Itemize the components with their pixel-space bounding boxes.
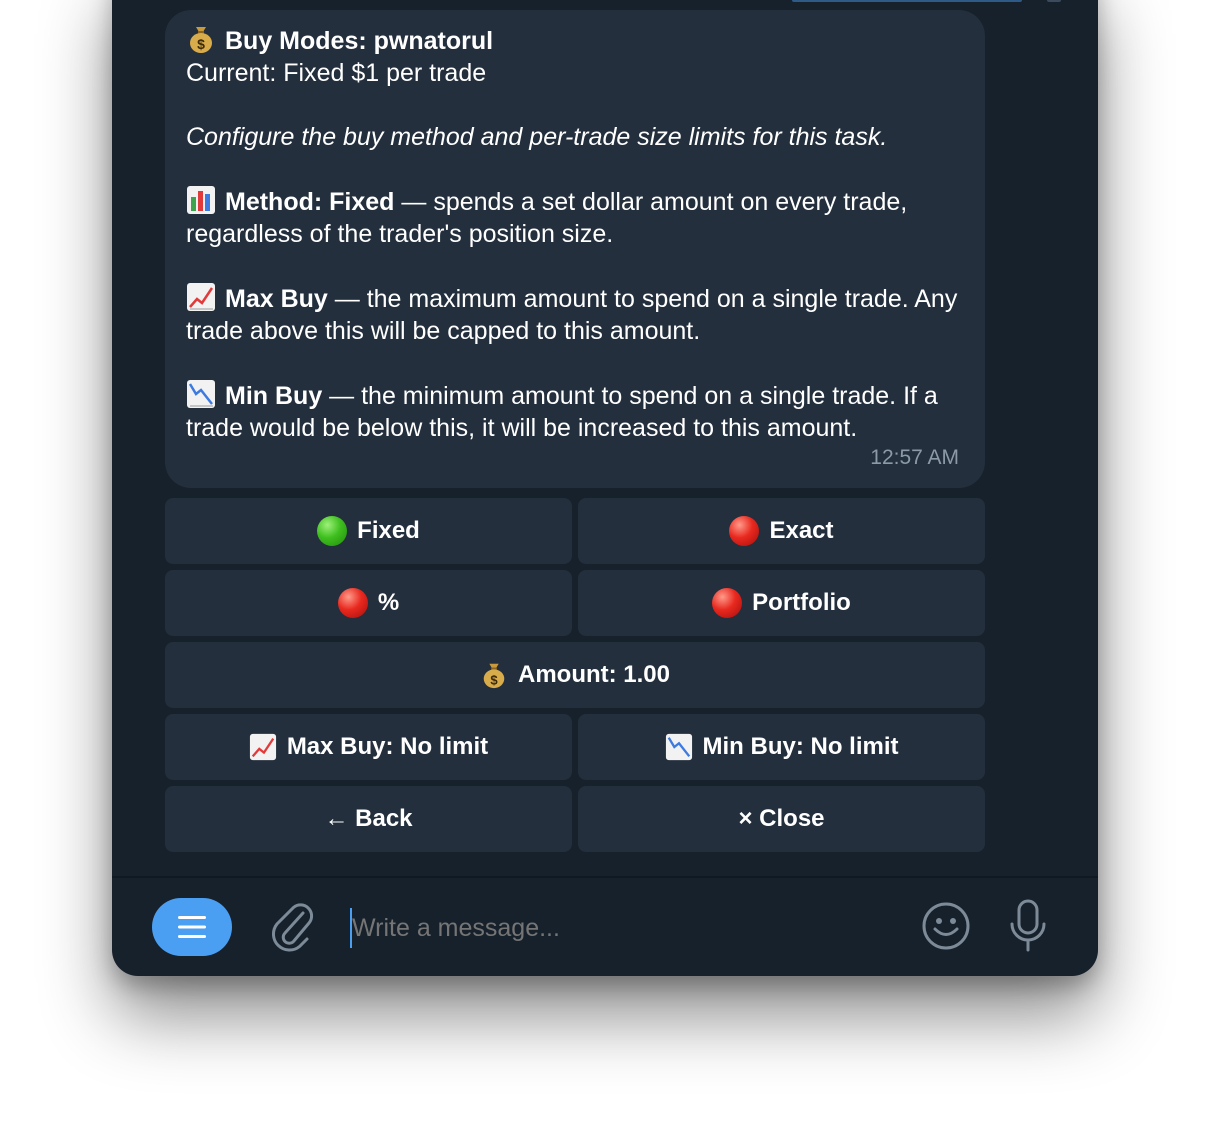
- message-title: Buy Modes: pwnatorul: [225, 27, 494, 55]
- menu-icon: [178, 916, 206, 938]
- amount-button-label: Amount: 1.00: [517, 661, 670, 688]
- message-title-line: $ Buy Modes: pwnatorul: [186, 24, 965, 57]
- amount-button[interactable]: $ Amount: 1.00: [165, 642, 985, 708]
- money-bag-icon: $: [483, 663, 505, 689]
- min-paragraph: Min Buy — the minimum amount to spend on…: [186, 379, 965, 444]
- green-circle-icon: [317, 516, 348, 546]
- red-circle-icon: [712, 588, 743, 618]
- top-accent-bar-small: [1047, 0, 1061, 2]
- portfolio-button-label: Portfolio: [752, 589, 851, 616]
- message-timestamp: 12:57 AM: [870, 446, 959, 469]
- method-label: Method: Fixed: [225, 188, 395, 216]
- message-description-text: Configure the buy method and per-trade s…: [186, 123, 888, 151]
- min-buy-button-label: Min Buy: No limit: [702, 733, 899, 760]
- max-buy-button[interactable]: Max Buy: No limit: [165, 714, 572, 780]
- back-button[interactable]: ← Back: [165, 786, 572, 852]
- max-buy-button-label: Max Buy: No limit: [286, 733, 489, 760]
- top-accent-bar: [792, 0, 1022, 2]
- max-label: Max Buy: [225, 285, 328, 313]
- min-label: Min Buy: [225, 382, 323, 410]
- exact-button-label: Exact: [769, 517, 834, 544]
- message-current: Current: Fixed $1 per trade: [186, 59, 487, 87]
- microphone-icon[interactable]: [1008, 898, 1048, 954]
- fixed-button-label: Fixed: [357, 517, 420, 544]
- message-input[interactable]: [350, 908, 910, 948]
- close-button-label: × Close: [738, 805, 825, 832]
- svg-text:$: $: [197, 36, 205, 52]
- money-bag-icon: $: [190, 27, 212, 53]
- close-button[interactable]: × Close: [578, 786, 985, 852]
- max-paragraph: Max Buy — the maximum amount to spend on…: [186, 282, 965, 347]
- paperclip-icon[interactable]: [269, 899, 315, 953]
- red-circle-icon: [337, 588, 368, 618]
- chart-increasing-icon: [249, 733, 276, 761]
- svg-text:$: $: [490, 672, 498, 687]
- emoji-icon[interactable]: [920, 900, 972, 952]
- portfolio-button[interactable]: Portfolio: [578, 570, 985, 636]
- chat-window: $ Buy Modes: pwnatorul Current: Fixed $1…: [112, 0, 1098, 976]
- chart-decreasing-icon: [665, 733, 692, 761]
- bar-chart-icon: [187, 186, 215, 214]
- bot-menu-button[interactable]: [152, 898, 232, 956]
- min-buy-button[interactable]: Min Buy: No limit: [578, 714, 985, 780]
- fixed-button[interactable]: Fixed: [165, 498, 572, 564]
- method-paragraph: Method: Fixed — spends a set dollar amou…: [186, 185, 965, 250]
- message-description: Configure the buy method and per-trade s…: [186, 121, 965, 153]
- message-bubble: $ Buy Modes: pwnatorul Current: Fixed $1…: [165, 10, 985, 488]
- chart-decreasing-icon: [187, 380, 215, 408]
- exact-button[interactable]: Exact: [578, 498, 985, 564]
- percent-button[interactable]: %: [165, 570, 572, 636]
- chart-increasing-icon: [187, 283, 215, 311]
- red-circle-icon: [729, 516, 760, 546]
- back-button-label: ← Back: [324, 805, 413, 832]
- composer-divider: [112, 876, 1098, 878]
- percent-button-label: %: [377, 589, 400, 616]
